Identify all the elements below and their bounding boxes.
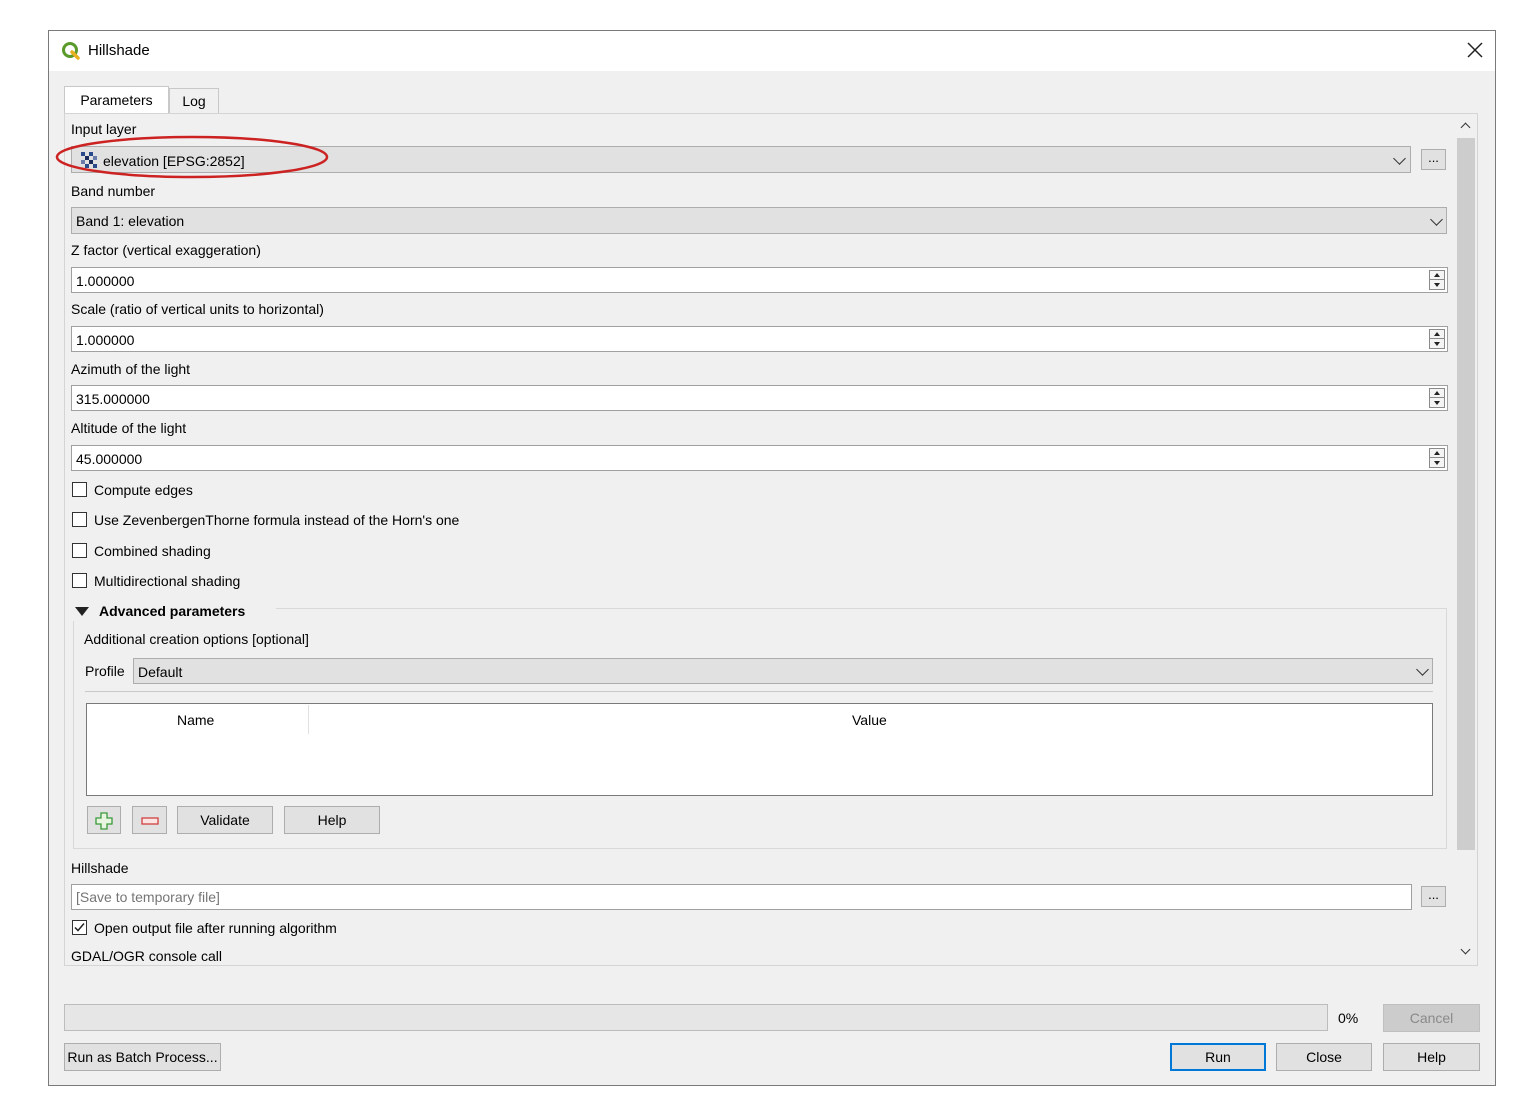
- progress-percent: 0%: [1338, 1010, 1359, 1026]
- footer-help-button[interactable]: Help: [1383, 1043, 1480, 1071]
- scale-spinner[interactable]: [1429, 329, 1445, 349]
- input-layer-browse-button[interactable]: ...: [1421, 149, 1446, 170]
- run-button[interactable]: Run: [1170, 1043, 1266, 1071]
- advanced-help-button[interactable]: Help: [284, 806, 380, 834]
- zevenbergen-checkbox[interactable]: [72, 512, 87, 527]
- output-browse-button[interactable]: ...: [1421, 886, 1446, 907]
- validate-button[interactable]: Validate: [177, 806, 273, 834]
- combined-shading-checkbox[interactable]: [72, 543, 87, 558]
- multidirectional-label: Multidirectional shading: [94, 573, 241, 589]
- scale-input[interactable]: 1.000000: [71, 326, 1448, 352]
- browse-label: ...: [1428, 150, 1439, 165]
- qgis-logo-icon: [61, 41, 81, 61]
- scroll-down-icon[interactable]: [1460, 944, 1471, 955]
- collapse-triangle-icon[interactable]: [75, 607, 89, 616]
- value-column-header[interactable]: Value: [852, 712, 887, 728]
- advanced-help-label: Help: [317, 812, 347, 828]
- validate-label: Validate: [200, 812, 250, 828]
- zfactor-value: 1.000000: [76, 273, 135, 289]
- minus-icon: [140, 817, 159, 825]
- altitude-value: 45.000000: [76, 451, 143, 467]
- creation-options-label: Additional creation options [optional]: [84, 631, 309, 647]
- zevenbergen-label: Use ZevenbergenThorne formula instead of…: [94, 512, 460, 528]
- advanced-title: Advanced parameters: [99, 603, 246, 619]
- scroll-up-icon[interactable]: [1460, 122, 1471, 133]
- azimuth-value: 315.000000: [76, 391, 150, 407]
- zfactor-label: Z factor (vertical exaggeration): [71, 242, 261, 258]
- chevron-down-icon: [1430, 213, 1443, 226]
- advanced-header[interactable]: Advanced parameters: [72, 601, 276, 621]
- progress-bar: [64, 1004, 1328, 1031]
- batch-process-button[interactable]: Run as Batch Process...: [64, 1043, 221, 1071]
- footer-help-label: Help: [1417, 1049, 1446, 1065]
- azimuth-label: Azimuth of the light: [71, 361, 191, 377]
- name-column-header[interactable]: Name: [177, 712, 214, 728]
- azimuth-input[interactable]: 315.000000: [71, 385, 1448, 411]
- divider: [85, 691, 1433, 692]
- tab-parameters-label: Parameters: [80, 92, 153, 108]
- combined-shading-label: Combined shading: [94, 543, 211, 559]
- open-output-checkbox[interactable]: [72, 920, 87, 935]
- batch-process-label: Run as Batch Process...: [67, 1049, 218, 1065]
- zfactor-input[interactable]: 1.000000: [71, 267, 1448, 293]
- close-window-icon[interactable]: [1465, 40, 1485, 60]
- zfactor-spinner[interactable]: [1429, 270, 1445, 290]
- compute-edges-label: Compute edges: [94, 482, 193, 498]
- profile-combo[interactable]: Default: [133, 658, 1433, 684]
- compute-edges-checkbox[interactable]: [72, 482, 87, 497]
- console-call-label: GDAL/OGR console call: [71, 948, 222, 964]
- plus-icon: [95, 812, 113, 830]
- vertical-scrollbar[interactable]: [1455, 114, 1477, 965]
- open-output-label: Open output file after running algorithm: [94, 920, 337, 936]
- altitude-label: Altitude of the light: [71, 420, 187, 436]
- title-bar: Hillshade: [49, 31, 1495, 71]
- close-label: Close: [1306, 1049, 1342, 1065]
- browse-label: ...: [1428, 887, 1439, 902]
- close-button[interactable]: Close: [1276, 1043, 1372, 1071]
- column-divider: [308, 705, 309, 734]
- profile-label: Profile: [85, 663, 125, 679]
- altitude-spinner[interactable]: [1429, 448, 1445, 468]
- scale-label: Scale (ratio of vertical units to horizo…: [71, 301, 324, 317]
- chevron-down-icon: [1393, 152, 1406, 165]
- checkmark-icon: [74, 923, 85, 932]
- output-file-input[interactable]: [71, 884, 1412, 910]
- window-title: Hillshade: [88, 42, 150, 59]
- tab-parameters[interactable]: Parameters: [64, 86, 169, 114]
- altitude-input[interactable]: 45.000000: [71, 445, 1448, 471]
- band-number-value: Band 1: elevation: [76, 213, 185, 229]
- multidirectional-checkbox[interactable]: [72, 573, 87, 588]
- output-label: Hillshade: [71, 860, 129, 876]
- run-label: Run: [1205, 1049, 1231, 1065]
- profile-value: Default: [138, 664, 183, 680]
- cancel-button[interactable]: Cancel: [1383, 1004, 1480, 1032]
- tab-log[interactable]: Log: [169, 88, 219, 113]
- highlight-ellipse: [55, 135, 329, 179]
- scale-value: 1.000000: [76, 332, 135, 348]
- azimuth-spinner[interactable]: [1429, 388, 1445, 408]
- band-number-label: Band number: [71, 183, 156, 199]
- scroll-thumb[interactable]: [1457, 138, 1475, 850]
- chevron-down-icon: [1416, 663, 1429, 676]
- options-table[interactable]: Name Value: [86, 703, 1433, 796]
- add-row-button[interactable]: [87, 806, 121, 834]
- tab-log-label: Log: [182, 93, 206, 109]
- remove-row-button[interactable]: [132, 806, 167, 834]
- band-number-combo[interactable]: Band 1: elevation: [71, 207, 1447, 234]
- cancel-label: Cancel: [1409, 1010, 1454, 1026]
